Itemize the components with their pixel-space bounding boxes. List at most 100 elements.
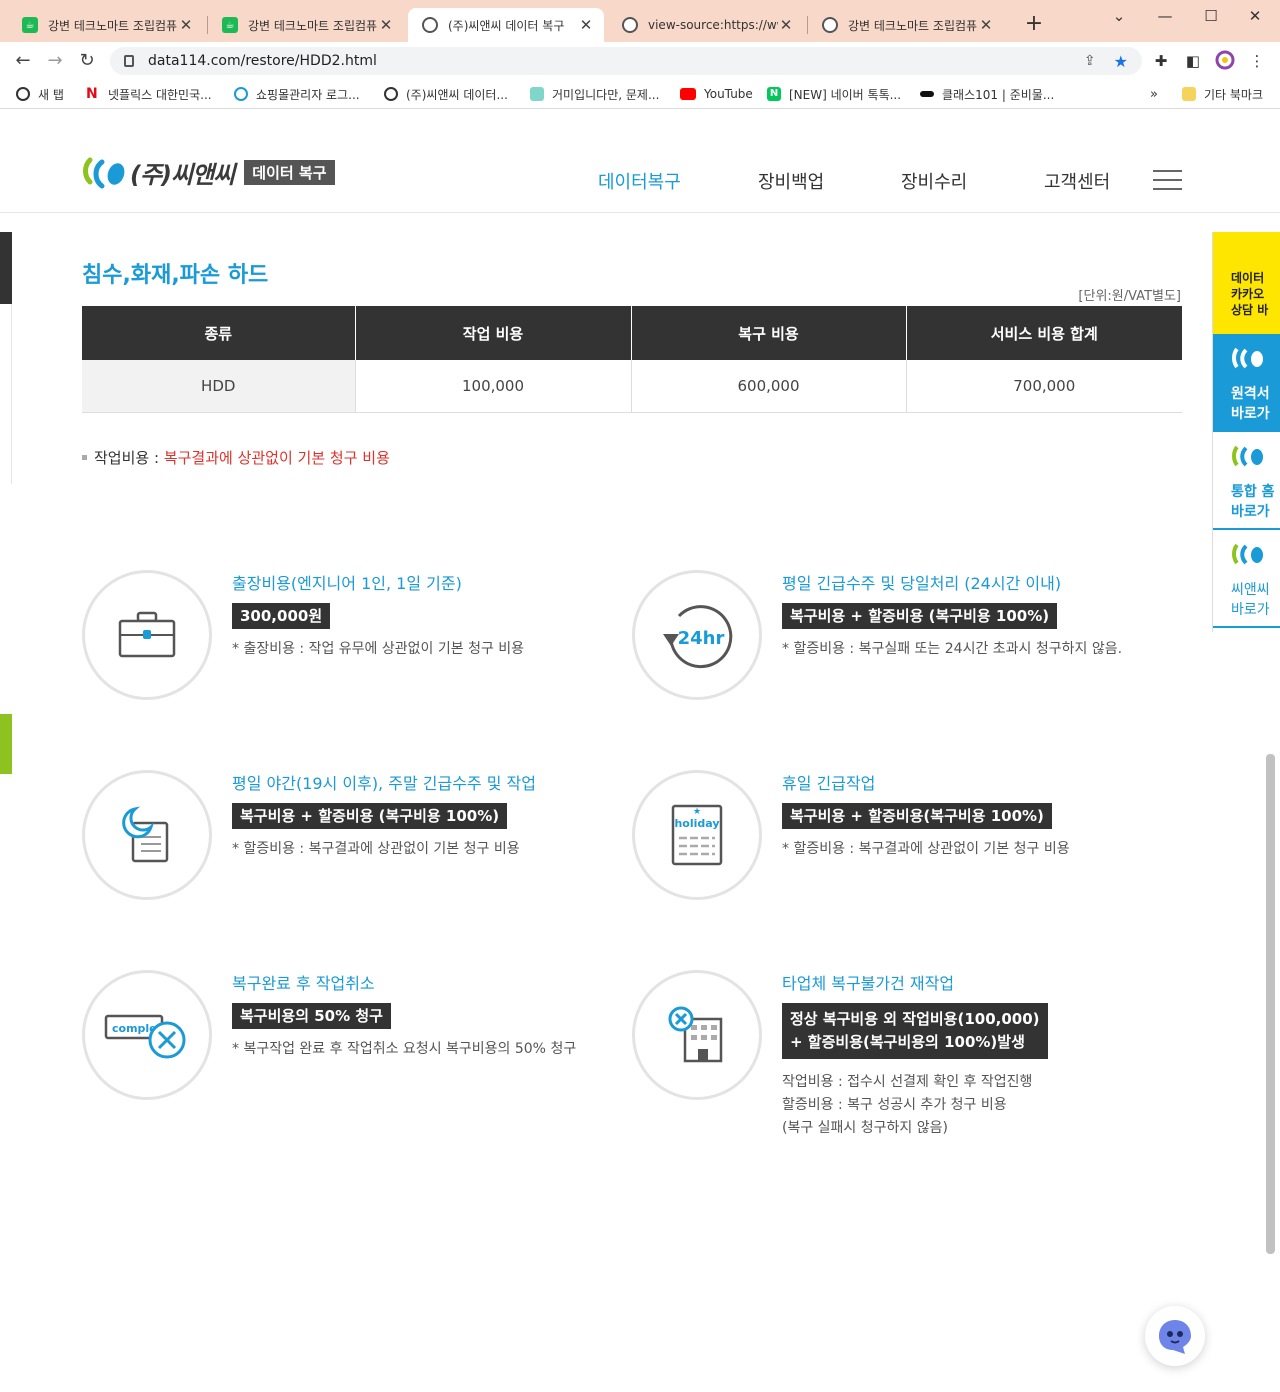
tab-3-active[interactable]: (주)씨앤씨 데이터 복구 ✕ <box>408 8 604 42</box>
service-price-badge: 복구비용 + 할증비용(복구비용 100%) <box>782 803 1052 829</box>
window-close-icon[interactable]: ✕ <box>1232 4 1278 28</box>
tab-2[interactable]: ☕ 강변 테크노마트 조립컴퓨 ✕ <box>208 8 404 42</box>
left-side-tab <box>0 232 12 304</box>
service-icon-circle <box>632 970 762 1100</box>
bookmark-anime[interactable]: 거미입니다만, 문제... <box>530 85 659 103</box>
quick-label: 상담 바 <box>1231 303 1269 317</box>
tab-1[interactable]: ☕ 강변 테크노마트 조립컴퓨 ✕ <box>8 8 204 42</box>
th-work-cost: 작업 비용 <box>355 306 632 360</box>
share-icon[interactable]: ⇪ <box>1084 53 1096 69</box>
service-business-trip: 출장비용(엔지니어 1인, 1일 기준) 300,000원 * 출장비용 : 작… <box>82 570 622 710</box>
service-title: 복구완료 후 작업취소 <box>232 974 375 993</box>
24hr-icon: 24hr <box>663 605 733 669</box>
logo-text: (주)씨앤씨 <box>130 161 235 189</box>
quick-remote-service[interactable]: 원격서 바로가 <box>1213 334 1280 432</box>
quick-label: 씨앤씨 <box>1231 582 1270 598</box>
bookmark-class101[interactable]: 클래스101 | 준비물... <box>920 85 1054 103</box>
bookmark-cnc[interactable]: (주)씨앤씨 데이터... <box>384 85 508 103</box>
bookmark-star-icon[interactable]: ★ <box>1114 52 1128 71</box>
bookmark-label: 쇼핑몰관리자 로그... <box>256 87 360 102</box>
tab-title: view-source:https://www <box>648 18 778 32</box>
tab-title: 강변 테크노마트 조립컴퓨 <box>848 18 978 33</box>
service-price-badge: 정상 복구비용 외 작업비용(100,000) + 할증비용(복구비용의 100… <box>782 1003 1048 1059</box>
th-type: 종류 <box>82 306 356 360</box>
bookmark-label: 클래스101 | 준비물... <box>942 87 1055 102</box>
forward-arrow-icon[interactable]: → <box>42 48 68 74</box>
close-icon[interactable]: ✕ <box>978 16 994 34</box>
lock-icon[interactable] <box>124 55 134 67</box>
bookmarks-overflow-icon[interactable]: » <box>1150 85 1158 103</box>
service-icon-circle <box>82 570 212 700</box>
profile-avatar-icon[interactable] <box>1214 50 1236 72</box>
service-desc: * 복구작업 완료 후 작업취소 요청시 복구비용의 50% 청구 <box>232 1041 577 1057</box>
briefcase-icon <box>118 611 176 658</box>
globe-icon <box>16 87 30 101</box>
service-price-badge: 복구비용 + 할증비용 (복구비용 100%) <box>232 803 508 829</box>
nav-data-recovery[interactable]: 데이터복구 <box>598 168 681 194</box>
desc-line: 할증비용 : 복구 성공시 추가 청구 비용 <box>782 1097 1007 1113</box>
page-scrollbar[interactable] <box>1266 754 1275 1254</box>
holiday-calendar-icon: ★ holiday <box>671 804 723 866</box>
hamburger-menu-icon[interactable] <box>1153 170 1182 190</box>
close-icon[interactable]: ✕ <box>778 16 794 34</box>
url-text[interactable]: data114.com/restore/HDD2.html <box>148 53 1084 69</box>
bookmark-label: 거미입니다만, 문제... <box>552 87 660 102</box>
quick-kakao-consult[interactable]: 데이터 카카오 상담 바 <box>1213 232 1280 334</box>
nav-equipment-repair[interactable]: 장비수리 <box>901 168 967 194</box>
bookmark-netflix[interactable]: N 넷플릭스 대한민국... <box>86 85 212 103</box>
minimize-icon[interactable]: — <box>1142 4 1188 28</box>
service-icon-circle: 24hr <box>632 570 762 700</box>
new-tab-button[interactable]: + <box>1020 10 1048 38</box>
quick-integrated-home[interactable]: 통합 홈 바로가 <box>1213 432 1280 530</box>
service-icon-circle: ★ holiday <box>632 770 762 900</box>
reload-icon[interactable]: ↻ <box>74 48 100 74</box>
extensions-puzzle-icon[interactable]: ✚ <box>1150 50 1172 72</box>
service-holiday: ★ holiday 휴일 긴급작업 복구비용 + 할증비용(복구비용 100%)… <box>632 770 1172 910</box>
service-rework-other-vendor: 타업체 복구불가건 재작업 정상 복구비용 외 작업비용(100,000) + … <box>632 970 1172 1140</box>
address-bar: ← → ↻ data114.com/restore/HDD2.html ⇪ ★ … <box>0 42 1280 79</box>
bookmark-naver-talk[interactable]: N [NEW] 네이버 톡톡... <box>767 85 901 103</box>
browser-menu-icon[interactable]: ⋮ <box>1246 50 1268 72</box>
nav-equipment-backup[interactable]: 장비백업 <box>758 168 824 194</box>
left-divider <box>11 304 12 484</box>
close-icon[interactable]: ✕ <box>178 16 194 34</box>
url-omnibox[interactable]: data114.com/restore/HDD2.html ⇪ ★ <box>110 47 1142 75</box>
work-cost-note: 작업비용 : 복구결과에 상관없이 기본 청구 비용 <box>82 447 390 468</box>
cnc-logo-icon <box>1232 543 1263 565</box>
quick-label: 바로가 <box>1231 406 1270 422</box>
building-cancel-icon <box>668 1006 723 1063</box>
service-weekday-urgent: 24hr 평일 긴급수주 및 당일처리 (24시간 이내) 복구비용 + 할증비… <box>632 570 1172 710</box>
cell-recovery-cost: 600,000 <box>631 360 907 413</box>
quick-label: 바로가 <box>1231 504 1270 520</box>
tab-title: (주)씨앤씨 데이터 복구 <box>448 18 565 33</box>
service-price-badge: 300,000원 <box>232 603 331 629</box>
quick-cnc-shortcut[interactable]: 씨앤씨 바로가 <box>1213 530 1280 628</box>
back-arrow-icon[interactable]: ← <box>10 48 36 74</box>
maximize-icon[interactable]: ☐ <box>1188 4 1234 28</box>
bookmark-other[interactable]: 기타 북마크 <box>1182 85 1263 103</box>
quick-label: 카카오 <box>1231 287 1265 301</box>
close-icon[interactable]: ✕ <box>378 16 394 34</box>
tab-5[interactable]: 강변 테크노마트 조립컴퓨 ✕ <box>808 8 1004 42</box>
bullet-square-icon <box>82 455 87 460</box>
tab-title: 강변 테크노마트 조립컴퓨 <box>48 18 178 33</box>
class101-icon <box>920 91 934 97</box>
site-logo[interactable]: (주)씨앤씨 데이터 복구 <box>82 155 335 190</box>
cell-work-cost: 100,000 <box>355 360 632 413</box>
side-panel-icon[interactable]: ◧ <box>1182 50 1204 72</box>
bookmark-new-tab[interactable]: 새 탭 <box>16 85 64 103</box>
tab-4[interactable]: view-source:https://www ✕ <box>608 8 804 42</box>
globe-icon <box>622 17 638 33</box>
bookmark-label: 새 탭 <box>38 87 64 102</box>
bookmark-youtube[interactable]: YouTube <box>680 85 753 103</box>
bookmark-shop-admin[interactable]: 쇼핑몰관리자 로그... <box>234 85 360 103</box>
close-icon[interactable]: ✕ <box>578 16 594 34</box>
globe-icon <box>822 17 838 33</box>
tab-search-icon[interactable]: ⌄ <box>1096 4 1142 28</box>
service-title: 휴일 긴급작업 <box>782 774 876 793</box>
cafe24-icon <box>234 87 248 101</box>
bookmarks-bar: 새 탭 N 넷플릭스 대한민국... 쇼핑몰관리자 로그... (주)씨앤씨 데이… <box>0 79 1280 109</box>
nav-customer-center[interactable]: 고객센터 <box>1044 168 1110 194</box>
chat-bot-button[interactable] <box>1145 1306 1205 1366</box>
quick-label: 바로가 <box>1231 602 1270 618</box>
